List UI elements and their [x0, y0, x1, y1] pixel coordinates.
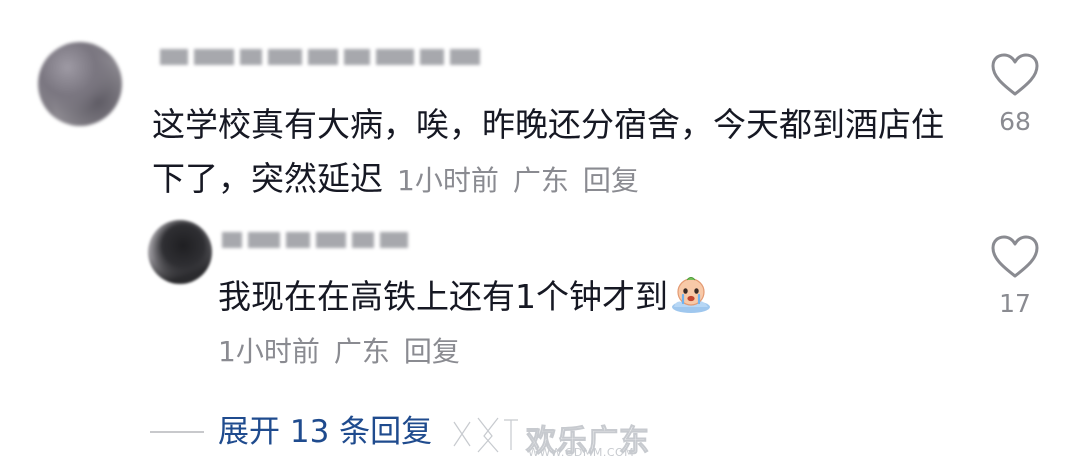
commenter-avatar[interactable]: [38, 42, 122, 126]
expand-replies-label: 展开 13 条回复: [218, 414, 433, 450]
replier-username-blurred[interactable]: [222, 229, 408, 251]
comment-location: 广东: [512, 164, 569, 197]
reply-reply-button[interactable]: 回复: [404, 335, 460, 368]
comment-like-button[interactable]: 68: [980, 52, 1050, 138]
reply-location: 广东: [333, 335, 390, 368]
reply-time: 1小时前: [218, 335, 320, 368]
site-watermark: 欢乐广东 WWW.GDMM.COM: [448, 412, 650, 460]
watermark-url: WWW.GDMM.COM: [528, 446, 635, 459]
comment-time: 1小时前: [397, 164, 499, 197]
heart-icon: [991, 235, 1039, 278]
reply-like-button[interactable]: 17: [980, 234, 1050, 320]
watermark-logo-icon: [451, 415, 521, 455]
reply-like-count: 17: [999, 289, 1031, 318]
reply-body: 我现在在高铁上还有1个钟才到: [218, 270, 778, 324]
expand-divider-line: [150, 431, 204, 433]
reply-meta: 1小时前 广东 回复: [218, 332, 460, 372]
comment-reply-button[interactable]: 回复: [583, 164, 639, 197]
reply-text: 我现在在高铁上还有1个钟才到: [218, 277, 668, 316]
comment-meta: 1小时前 广东 回复: [383, 164, 639, 197]
heart-icon: [991, 53, 1039, 96]
comment-like-count: 68: [999, 107, 1031, 136]
commenter-username-blurred[interactable]: [160, 46, 480, 68]
comment-body: 这学校真有大病，唉，昨晚还分宿舍，今天都到酒店住下了，突然延迟 1小时前 广东 回复: [152, 98, 952, 208]
crying-face-emoji: [672, 277, 710, 313]
expand-replies-button[interactable]: 展开 13 条回复: [150, 410, 432, 454]
replier-avatar[interactable]: [148, 220, 212, 284]
